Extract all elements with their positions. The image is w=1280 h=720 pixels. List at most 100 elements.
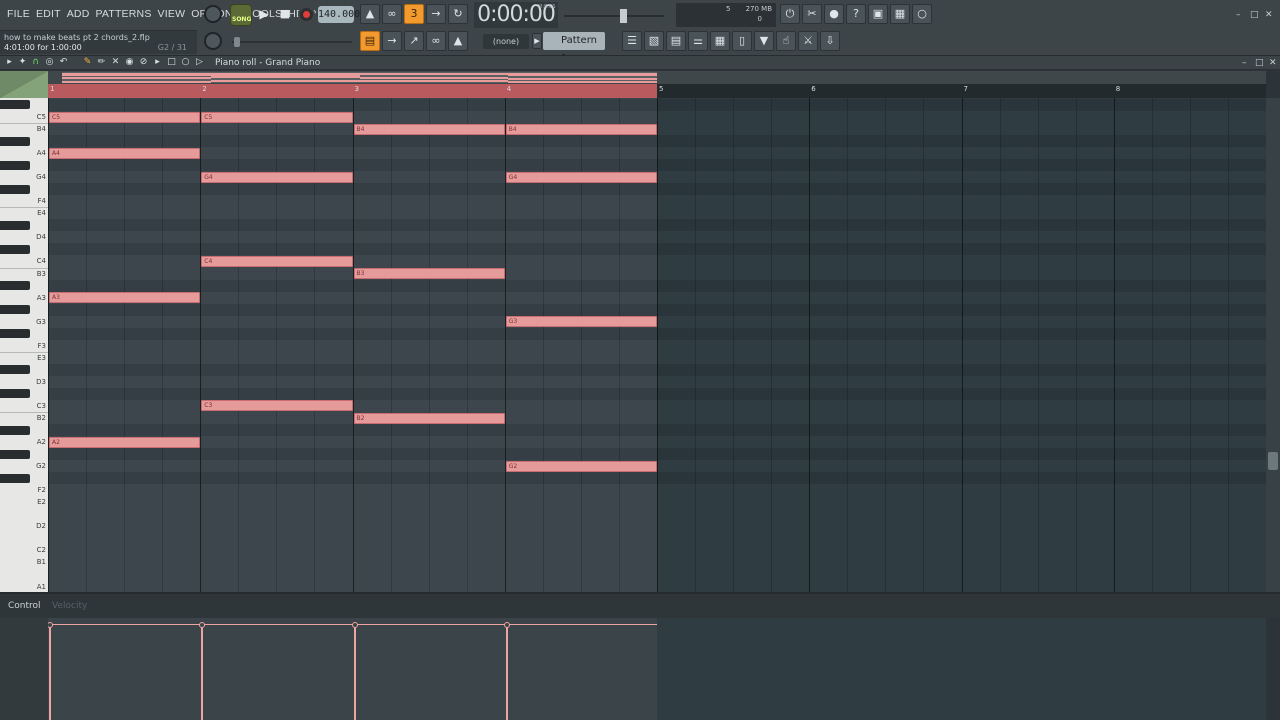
step-icon[interactable]: ↗: [404, 31, 424, 51]
select-icon[interactable]: □: [166, 57, 177, 68]
black-key[interactable]: [0, 473, 30, 483]
play-button[interactable]: ▶: [254, 5, 274, 25]
mixer-icon[interactable]: ⚌: [688, 31, 708, 51]
minimize-icon[interactable]: –: [1236, 8, 1241, 22]
help-icon[interactable]: ?: [846, 4, 866, 24]
black-key[interactable]: [0, 365, 30, 375]
black-key[interactable]: [0, 184, 30, 194]
target-icon[interactable]: ◎: [44, 57, 55, 68]
stamp-icon[interactable]: ▲: [448, 31, 468, 51]
pr-close-icon[interactable]: ✕: [1269, 56, 1277, 70]
note[interactable]: B4: [505, 123, 657, 135]
metronome-icon[interactable]: ▲: [360, 4, 380, 24]
pr-restore-icon[interactable]: □: [1255, 56, 1264, 70]
pattern-picker[interactable]: (none): [483, 34, 529, 49]
black-key[interactable]: [0, 305, 30, 315]
note[interactable]: B3: [353, 268, 505, 280]
browser-icon[interactable]: ▦: [710, 31, 730, 51]
piano-roll-icon[interactable]: ▧: [644, 31, 664, 51]
note[interactable]: B4: [353, 123, 505, 135]
black-key[interactable]: [0, 220, 30, 230]
control-parameter[interactable]: Velocity: [52, 601, 87, 611]
cut-icon[interactable]: ✂: [802, 4, 822, 24]
master-volume-slider[interactable]: [564, 8, 664, 24]
wait-input-icon[interactable]: ∞: [382, 4, 402, 24]
menu-add[interactable]: ADD: [64, 6, 93, 22]
slice-icon[interactable]: ⊘: [138, 57, 149, 68]
pattern-overview-scrollbar[interactable]: [48, 71, 1266, 84]
menu-view[interactable]: VIEW: [155, 6, 189, 22]
menu-file[interactable]: FILE: [4, 6, 33, 22]
note[interactable]: C5: [201, 111, 353, 123]
playlist-mode-knob[interactable]: [204, 5, 222, 23]
typing-keyboard-icon[interactable]: ▤: [360, 31, 380, 51]
black-key[interactable]: [0, 100, 30, 110]
undo-icon[interactable]: ↶: [58, 57, 69, 68]
wrench-icon[interactable]: ✦: [17, 57, 28, 68]
hardware-icon[interactable]: ⚔: [798, 31, 818, 51]
download-icon[interactable]: ⇩: [820, 31, 840, 51]
mute-icon[interactable]: ◉: [124, 57, 135, 68]
main-volume-knob[interactable]: [204, 32, 222, 50]
play-small-icon[interactable]: ▸: [4, 57, 15, 68]
chat-icon[interactable]: ○: [912, 4, 932, 24]
note[interactable]: C5: [49, 111, 201, 123]
control-label[interactable]: Control: [8, 601, 41, 611]
loop-record-icon[interactable]: ↻: [448, 4, 468, 24]
velocity-bar[interactable]: [201, 625, 204, 720]
pr-minimize-icon[interactable]: –: [1242, 56, 1247, 70]
countdown-icon[interactable]: 3: [404, 4, 424, 24]
touch-controller-icon[interactable]: ☝: [776, 31, 796, 51]
vertical-scroll-thumb[interactable]: [1268, 452, 1278, 470]
note[interactable]: A2: [49, 436, 201, 448]
note[interactable]: C3: [201, 400, 353, 412]
note[interactable]: A3: [49, 292, 201, 304]
record-button[interactable]: [298, 6, 315, 23]
note[interactable]: C4: [201, 255, 353, 267]
playlist-icon[interactable]: ☰: [622, 31, 642, 51]
black-key[interactable]: [0, 329, 30, 339]
tempo-display[interactable]: 140.000: [318, 6, 360, 23]
main-pitch-slider[interactable]: [232, 36, 352, 48]
velocity-bar[interactable]: [505, 625, 508, 720]
save-icon[interactable]: ▣: [868, 4, 888, 24]
overview-thumb[interactable]: [62, 72, 657, 84]
black-key[interactable]: [0, 389, 30, 399]
black-key[interactable]: [0, 281, 30, 291]
velocity-lane[interactable]: [48, 618, 1266, 720]
black-key[interactable]: [0, 244, 30, 254]
note[interactable]: G2: [505, 460, 657, 472]
delete-icon[interactable]: ✕: [110, 57, 121, 68]
note[interactable]: G4: [201, 171, 353, 183]
playback-icon[interactable]: ▷: [194, 57, 205, 68]
pattern-selector[interactable]: Pattern 1: [543, 32, 605, 64]
close-icon[interactable]: ✕: [1265, 8, 1273, 22]
pencil-icon[interactable]: ✎: [82, 57, 93, 68]
note[interactable]: A4: [49, 147, 201, 159]
channel-rack-icon[interactable]: ▤: [666, 31, 686, 51]
black-key[interactable]: [0, 136, 30, 146]
note[interactable]: B2: [353, 412, 505, 424]
vertical-scrollbar[interactable]: [1266, 98, 1280, 592]
velocity-handle[interactable]: [351, 622, 358, 628]
pattern-arrow-icon[interactable]: ▸: [532, 33, 542, 49]
link-icon[interactable]: ∞: [426, 31, 446, 51]
menu-edit[interactable]: EDIT: [33, 6, 64, 22]
note[interactable]: G4: [505, 171, 657, 183]
black-key[interactable]: [0, 449, 30, 459]
plugin-icon[interactable]: ▦: [890, 4, 910, 24]
note-grid[interactable]: C5 C5 B4 B4 A4 G4 G4 C4 B3 A3 G3 C3 B2 A2 G2: [48, 98, 1266, 592]
velocity-handle[interactable]: [503, 622, 510, 628]
document-icon[interactable]: ▯: [732, 31, 752, 51]
song-mode-toggle[interactable]: SONG: [230, 4, 252, 26]
snap-icon[interactable]: →: [382, 31, 402, 51]
black-key[interactable]: [0, 160, 30, 170]
velocity-bar[interactable]: [353, 625, 356, 720]
timeline-ruler[interactable]: 1 2 3 4 5 6 7 8: [48, 84, 1266, 98]
microphone-icon[interactable]: ●: [824, 4, 844, 24]
brush-icon[interactable]: ✏: [96, 57, 107, 68]
restore-icon[interactable]: □: [1250, 8, 1259, 22]
step-edit-icon[interactable]: →: [426, 4, 446, 24]
magnet-icon[interactable]: ∩: [30, 57, 41, 68]
note[interactable]: G3: [505, 316, 657, 328]
